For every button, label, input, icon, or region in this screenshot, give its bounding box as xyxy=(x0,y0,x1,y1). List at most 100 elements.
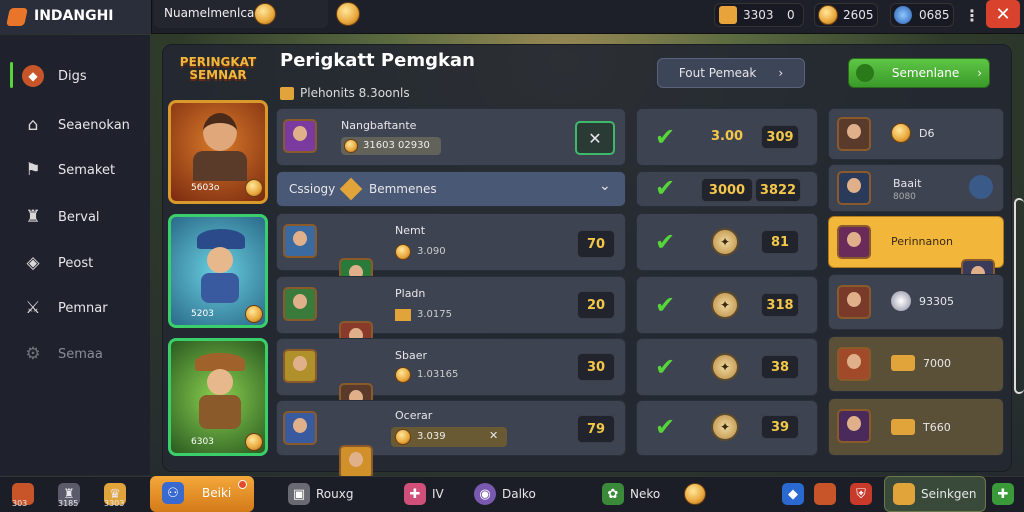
ranking-row-2[interactable]: Nemt 3.090 70 xyxy=(276,213,626,292)
status-row-1[interactable]: ✔ 3.00 309 xyxy=(636,108,818,166)
chest-icon xyxy=(891,419,915,435)
more-menu-icon[interactable]: ⋮ xyxy=(964,6,980,25)
coin-icon xyxy=(395,244,411,260)
bottom-item-dalko[interactable]: ◉ Dalko xyxy=(474,478,536,510)
avatar xyxy=(837,117,871,151)
bag-icon: ▣ xyxy=(288,483,310,505)
check-icon: ✔ xyxy=(655,413,676,441)
resource-coins[interactable]: 2605 xyxy=(814,3,878,27)
sidebar-item-semaa[interactable]: ⚙ Semaa xyxy=(0,334,150,374)
resource-gold[interactable]: 3303 0 xyxy=(714,3,804,27)
close-icon: ✕ xyxy=(588,128,602,148)
hero-portrait xyxy=(207,369,233,395)
medal-icon: ✦ xyxy=(711,413,739,441)
bottom-item-rouxg[interactable]: ▣ Rouxg xyxy=(288,478,353,510)
row-score: 70 xyxy=(577,230,615,258)
coin-icon xyxy=(344,139,358,153)
check-icon: ✔ xyxy=(655,228,676,256)
sword-icon: ⚔ xyxy=(25,298,41,318)
reward-label: T660 xyxy=(923,421,951,434)
app-title: INDANGHI xyxy=(34,8,114,24)
shop-icon[interactable]: ✚ xyxy=(992,483,1014,505)
check-icon: ✔ xyxy=(655,291,676,319)
gem-icon xyxy=(894,6,912,24)
row-name: Sbaer xyxy=(395,349,427,362)
fout-pemeak-label: Fout Pemeak xyxy=(678,66,757,80)
status-score: 309 xyxy=(761,125,799,149)
ranking-row-3[interactable]: Pladn 3.0175 20 xyxy=(276,276,626,355)
row-score: 20 xyxy=(577,291,615,319)
sidebar-item-label: Semaket xyxy=(58,162,116,178)
sidebar-item-peost[interactable]: ◈ Peost xyxy=(0,243,150,283)
tag-icon: ◈ xyxy=(26,253,40,273)
resource-coins-value: 2605 xyxy=(843,8,874,22)
bottom-item-label: 3303 xyxy=(104,499,125,508)
bottom-item-label: Neko xyxy=(630,487,661,501)
app-logo: INDANGHI xyxy=(0,0,152,34)
castle-icon: ♜ xyxy=(25,207,41,227)
chevron-down-icon: ⌄ xyxy=(599,178,611,194)
sidebar-item-label: Peost xyxy=(58,255,94,271)
row-name: Nemt xyxy=(395,224,426,237)
player-name-box[interactable]: Nuamelmenlcas xyxy=(154,0,328,28)
gem-icon[interactable]: ◆ xyxy=(782,483,804,505)
bottom-item-iv[interactable]: ✚ IV xyxy=(404,478,444,510)
status-row-5[interactable]: ✔ ✦ 38 xyxy=(636,338,818,396)
hero-card-2[interactable]: 5203 xyxy=(168,214,268,328)
dismiss-button[interactable]: ✕ xyxy=(575,121,615,155)
status-row-4[interactable]: ✔ ✦ 318 xyxy=(636,276,818,334)
hero-icon[interactable] xyxy=(814,483,836,505)
hero-card-3[interactable]: 6303 xyxy=(168,338,268,456)
status-value: 3.00 xyxy=(711,129,744,144)
semenlane-button[interactable]: Semenlane › xyxy=(848,58,990,88)
hero-card-main[interactable]: 5603o xyxy=(168,100,268,204)
status-row-3[interactable]: ✔ ✦ 81 xyxy=(636,213,818,271)
chest-icon xyxy=(891,355,915,371)
bottom-tab-seinkgen[interactable]: Seinkgen xyxy=(884,476,986,512)
sidebar-item-berval[interactable]: ♜ Berval xyxy=(0,197,150,237)
category-dropdown[interactable]: Cssiogy Bemmenes ⌄ xyxy=(276,171,626,207)
bottom-item-neko[interactable]: ✿ Neko xyxy=(602,478,660,510)
row-name: Ocerar xyxy=(395,409,433,422)
reward-item-6[interactable]: T660 xyxy=(828,398,1004,456)
scrollbar[interactable] xyxy=(1014,198,1024,394)
avatar xyxy=(283,119,317,153)
status-score: 318 xyxy=(761,293,799,317)
hero-portrait xyxy=(207,247,233,273)
ranking-row-5[interactable]: Ocerar 3.039 ✕ 79 xyxy=(276,400,626,479)
resource-gems[interactable]: 0685 xyxy=(890,3,954,27)
page-subtitle: Plehonits 8.3oonls xyxy=(300,86,410,100)
page-title: Perigkatt Pemgkan xyxy=(280,50,475,71)
bottom-item-label: 3185 xyxy=(58,499,79,508)
sidebar-item-semaket[interactable]: ⚑ Semaket xyxy=(0,150,150,190)
status-row-6[interactable]: ✔ ✦ 39 xyxy=(636,400,818,456)
sidebar-item-pemnar[interactable]: ⚔ Pemnar xyxy=(0,288,150,328)
bottom-tab-beiki-active[interactable]: ⚇ Beiki xyxy=(150,476,254,512)
ranking-row-4[interactable]: Sbaer 1.03165 30 xyxy=(276,338,626,417)
bottom-item-label: Dalko xyxy=(502,487,536,501)
close-icon: ✕ xyxy=(995,3,1011,25)
close-button[interactable]: ✕ xyxy=(986,0,1020,28)
ranking-row-1[interactable]: Nangbaftante 31603 02930 ✕ xyxy=(276,108,626,166)
avatar xyxy=(283,224,317,258)
row-value: 1.03165 xyxy=(417,369,459,380)
coin-icon[interactable] xyxy=(336,2,360,26)
hero-card-value: 5603o xyxy=(191,183,220,193)
coin-icon[interactable] xyxy=(684,483,706,505)
reward-item-3-selected[interactable]: Perinnanon xyxy=(828,216,1004,293)
bottom-item-label: Seinkgen xyxy=(921,487,977,501)
reward-item-2[interactable]: Baait 8080 xyxy=(828,164,1004,212)
sidebar-item-seaenokan[interactable]: ⌂ Seaenokan xyxy=(0,105,150,145)
gold-bar-icon xyxy=(395,309,411,321)
status-row-2[interactable]: ✔ 3000 3822 xyxy=(636,171,818,207)
reward-item-4[interactable]: 93305 xyxy=(828,274,1004,330)
reward-item-1[interactable]: D6 xyxy=(828,108,1004,160)
shield-icon: ◆ xyxy=(22,65,44,87)
hero-body xyxy=(199,395,241,429)
reward-item-5[interactable]: 7000 xyxy=(828,336,1004,392)
fout-pemeak-button[interactable]: Fout Pemeak › xyxy=(657,58,805,88)
row-name: Pladn xyxy=(395,287,426,300)
shield-icon[interactable]: ⛨ xyxy=(850,483,872,505)
sidebar-item-digs[interactable]: ◆ Digs xyxy=(0,56,150,96)
diamond-icon xyxy=(339,177,363,201)
